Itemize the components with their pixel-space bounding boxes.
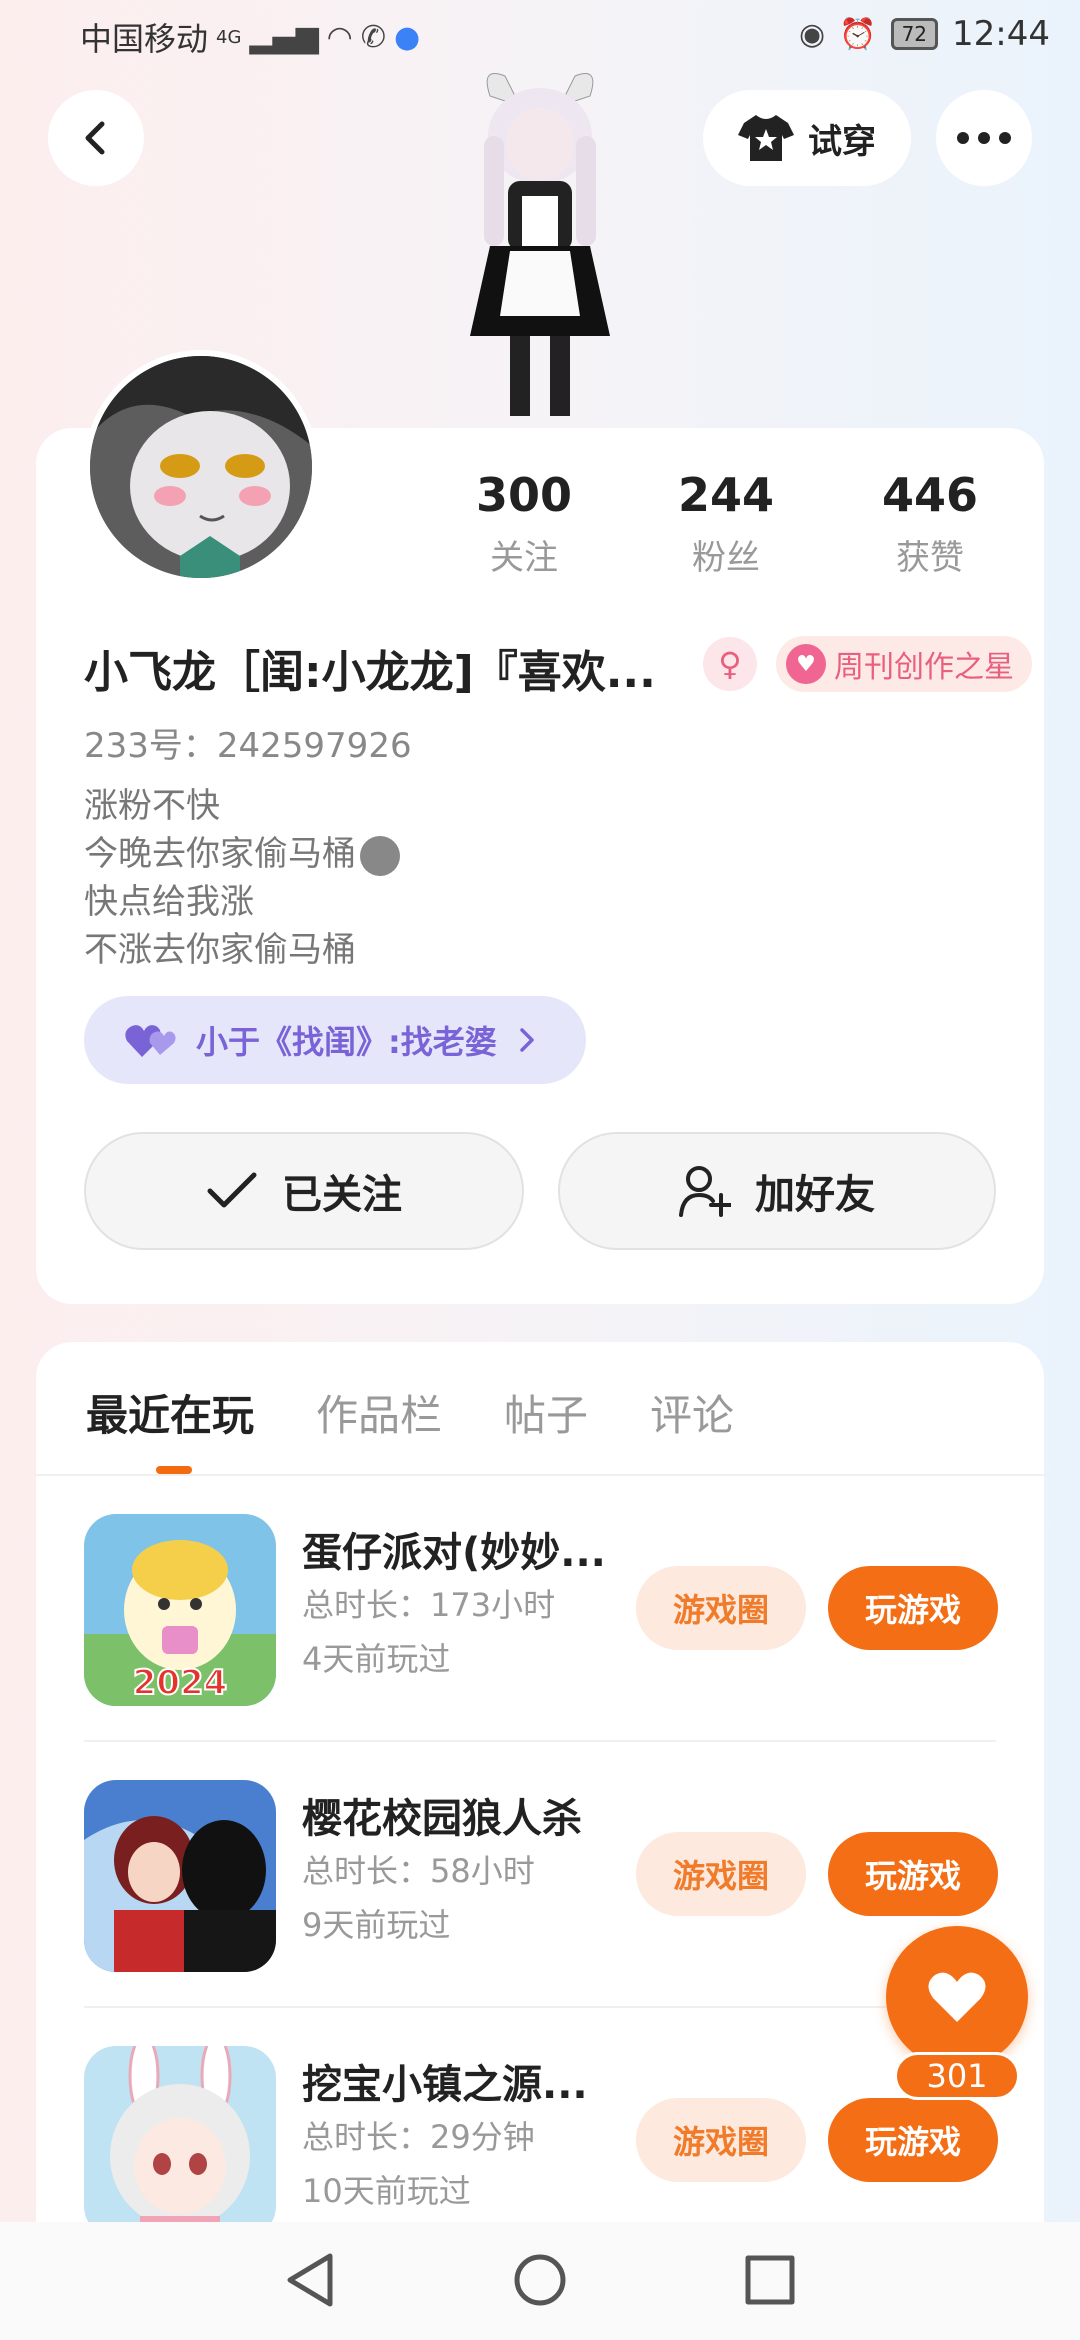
double-heart-icon: [125, 1025, 176, 1057]
nav-back-button[interactable]: [280, 2250, 340, 2310]
tab-indicator: [156, 1466, 192, 1474]
system-nav-bar: [0, 2222, 1080, 2340]
followed-label: 已关注: [282, 1172, 402, 1218]
avatar[interactable]: [84, 350, 318, 584]
avatar-figure[interactable]: [450, 66, 630, 426]
bio-line: 今晚去你家偷马桶: [84, 834, 356, 874]
followed-button[interactable]: 已关注: [84, 1132, 524, 1250]
circle-home-icon: [514, 2254, 566, 2306]
battery-icon: 72: [890, 18, 939, 50]
like-count: 301: [894, 2052, 1020, 2100]
try-on-label: 试穿: [808, 121, 876, 162]
add-friend-label: 加好友: [755, 1172, 875, 1218]
chevron-left-icon: [85, 121, 105, 155]
game-circle-button[interactable]: 游戏圈: [636, 1566, 806, 1650]
avatar-image: [90, 356, 312, 578]
creator-star-label: 周刊创作之星: [834, 650, 1014, 685]
clock: 12:44: [952, 14, 1050, 54]
signal-icon: ▂▄▆: [249, 19, 319, 55]
like-button[interactable]: [886, 1926, 1028, 2068]
check-icon: [207, 1172, 257, 1208]
nav-recents-button[interactable]: [740, 2250, 800, 2310]
creator-star-badge[interactable]: ♥ 周刊创作之星: [776, 636, 1032, 692]
game-icon-treasure-town[interactable]: [84, 2046, 276, 2238]
status-right: ◉ ⏰ 72 12:44: [799, 14, 1050, 54]
carrier-label: 中国移动: [80, 20, 209, 58]
tab-comments[interactable]: 评论: [650, 1382, 734, 1443]
stat-followers[interactable]: 244 粉丝: [636, 468, 816, 579]
user-id: 233号：242597926: [84, 726, 412, 766]
nav-home-button[interactable]: [510, 2250, 570, 2310]
profile-tabs: 最近在玩 作品栏 帖子 评论: [86, 1382, 734, 1443]
missed-call-icon: ✆: [360, 19, 386, 55]
more-button[interactable]: [936, 90, 1032, 186]
relationship-chip[interactable]: 小于《找闺》:找老婆: [84, 996, 586, 1084]
status-bar: 中国移动 4G ▂▄▆ ◠ ✆ ● ◉ ⏰ 72 12:44: [0, 0, 1080, 72]
heart-badge-icon: ♥: [786, 644, 826, 684]
chevron-right-icon: [520, 1028, 534, 1052]
followers-label: 粉丝: [692, 538, 760, 578]
female-gender-icon: ♀: [703, 637, 757, 691]
play-game-button[interactable]: 玩游戏: [828, 2098, 998, 2182]
bio-line: 不涨去你家偷马桶: [84, 930, 356, 970]
game-title: 挖宝小镇之源...: [302, 2062, 588, 2108]
alarm-icon: ⏰: [839, 16, 877, 52]
bio-line: 快点给我涨: [84, 882, 254, 922]
game-duration: 总时长：58小时: [302, 1852, 535, 1890]
square-recents-icon: [745, 2255, 795, 2305]
game-last-played: 4天前玩过: [302, 1640, 451, 1678]
following-count: 300: [475, 468, 573, 522]
game-icon-year: 2024: [133, 1663, 228, 1703]
username: 小飞龙［闺:小龙龙]『喜欢...: [84, 647, 656, 698]
game-icon-sakura-werewolf[interactable]: [84, 1780, 276, 1972]
followers-count: 244: [677, 468, 775, 522]
tab-works[interactable]: 作品栏: [316, 1382, 442, 1443]
game-last-played: 9天前玩过: [302, 1906, 451, 1944]
tshirt-icon: [738, 115, 794, 161]
browser-icon: ●: [393, 19, 421, 55]
game-title: 蛋仔派对(妙妙...: [302, 1530, 606, 1576]
game-circle-button[interactable]: 游戏圈: [636, 1832, 806, 1916]
game-last-played: 10天前玩过: [302, 2172, 471, 2210]
play-game-button[interactable]: 玩游戏: [828, 1832, 998, 1916]
game-circle-button[interactable]: 游戏圈: [636, 2098, 806, 2182]
eye-icon: ◉: [799, 16, 826, 52]
likes-count: 446: [881, 468, 979, 522]
triangle-back-icon: [287, 2253, 333, 2307]
add-user-icon: [679, 1166, 731, 1217]
games-card: 最近在玩 作品栏 帖子 评论 2024 蛋仔派对(妙妙... 总时长：173小时…: [36, 1342, 1044, 2340]
more-dots-icon: [957, 132, 1011, 144]
game-title: 樱花校园狼人杀: [302, 1796, 582, 1842]
stat-following[interactable]: 300 关注: [434, 468, 614, 579]
tab-recently-played[interactable]: 最近在玩: [86, 1382, 254, 1443]
bio-line-with-emoji: 今晚去你家偷马桶: [84, 830, 400, 878]
game-duration: 总时长：173小时: [302, 1586, 556, 1624]
game-row[interactable]: 2024 蛋仔派对(妙妙... 总时长：173小时 4天前玩过 游戏圈 玩游戏: [84, 1476, 1044, 1742]
bio-line: 涨粉不快: [84, 786, 220, 826]
likes-label: 获赞: [896, 538, 964, 578]
following-label: 关注: [490, 538, 558, 578]
try-on-button[interactable]: 试穿: [703, 90, 911, 186]
add-friend-button[interactable]: 加好友: [558, 1132, 996, 1250]
play-game-button[interactable]: 玩游戏: [828, 1566, 998, 1650]
bio: 涨粉不快 今晚去你家偷马桶 快点给我涨 不涨去你家偷马桶: [84, 782, 400, 974]
emoji-icon: [360, 835, 400, 876]
heart-icon: [928, 1972, 986, 2022]
stat-likes[interactable]: 446 获赞: [840, 468, 1020, 579]
wifi-icon: ◠: [326, 19, 353, 55]
back-button[interactable]: [48, 90, 144, 186]
game-duration: 总时长：29分钟: [302, 2118, 535, 2156]
relationship-label: 小于《找闺》:找老婆: [196, 1023, 497, 1061]
tab-posts[interactable]: 帖子: [504, 1382, 588, 1443]
network-label: 4G: [216, 26, 242, 48]
game-icon-eggy-party[interactable]: 2024: [84, 1514, 276, 1706]
status-left: 中国移动 4G ▂▄▆ ◠ ✆ ●: [80, 14, 420, 60]
